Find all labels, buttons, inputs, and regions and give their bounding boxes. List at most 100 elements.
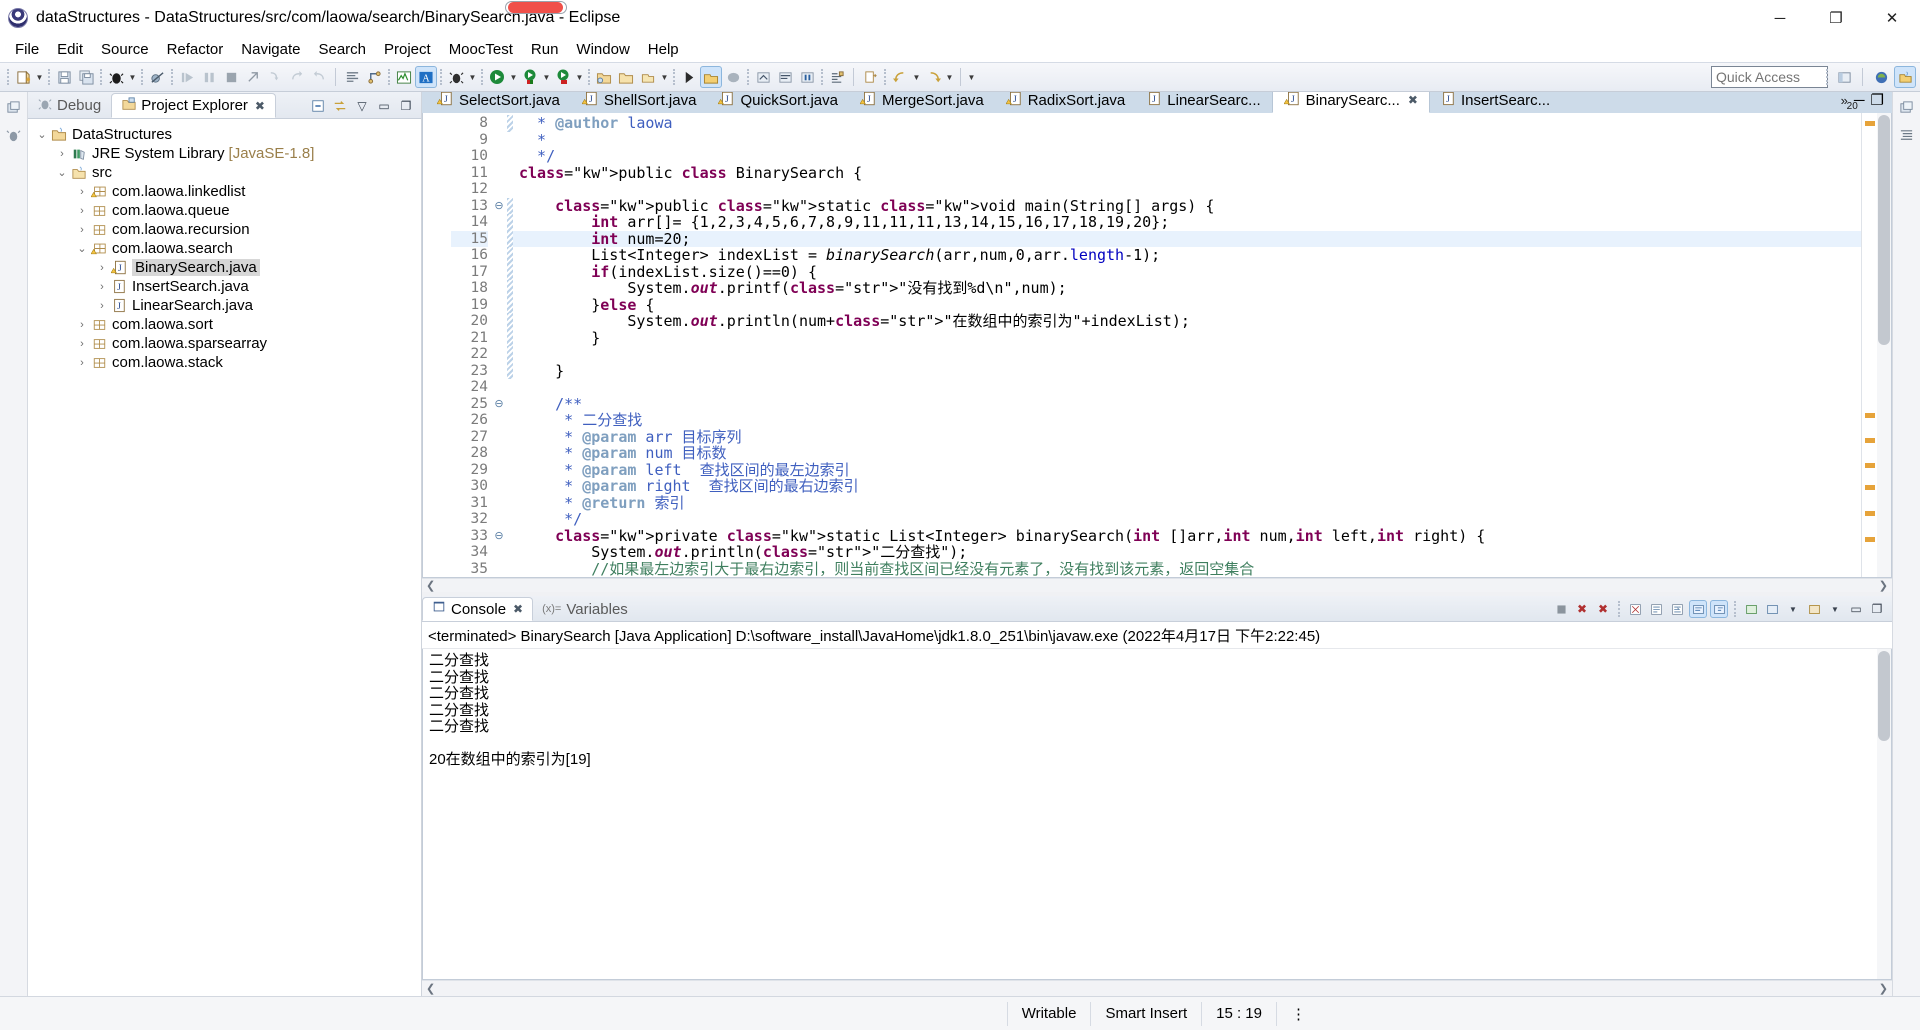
display-selected-console-icon[interactable] — [1742, 600, 1760, 618]
restore-view-icon[interactable] — [3, 96, 25, 118]
code-line[interactable] — [513, 379, 1861, 396]
previous-annotation-icon[interactable] — [774, 66, 796, 88]
open-perspective-icon[interactable] — [1833, 66, 1855, 88]
code-line[interactable]: int num=20; — [513, 230, 1861, 247]
remove-all-launches-icon[interactable]: ✖ — [1594, 600, 1612, 618]
editor-tabs[interactable]: J SelectSort.java J ShellSort.java J QuickSor… — [422, 92, 1892, 113]
new-package-icon[interactable] — [615, 66, 637, 88]
chevron-down-icon[interactable]: ⌄ — [74, 242, 90, 255]
console-horizontal-scrollbar[interactable]: ❮ ❯ — [422, 980, 1892, 996]
resume-icon[interactable] — [176, 66, 198, 88]
tree-item-com-laowa-sparsearray[interactable]: › com.laowa.sparsearray — [34, 334, 421, 353]
chevron-right-icon[interactable]: › — [74, 357, 90, 369]
tree-item-com-laowa-linkedlist[interactable]: › com.laowa.linkedlist — [34, 182, 421, 201]
close-icon[interactable]: ✖ — [255, 99, 265, 113]
scroll-left-icon[interactable]: ❮ — [426, 982, 435, 995]
code-line[interactable]: * @return 索引 — [513, 494, 1861, 512]
menu-mooctest[interactable]: MoocTest — [440, 39, 522, 60]
code-line[interactable]: List<Integer> indexList = binarySearch(a… — [513, 247, 1861, 264]
editor-tab-quicksort-java[interactable]: J QuickSort.java — [707, 92, 849, 113]
editor-vertical-scrollbar[interactable] — [1877, 113, 1891, 577]
chevron-right-icon[interactable]: › — [74, 338, 90, 350]
scroll-lock-icon[interactable] — [1647, 600, 1665, 618]
code-line[interactable] — [513, 346, 1861, 363]
forward-dropdown-icon[interactable]: ▼ — [944, 66, 955, 88]
console-output-area[interactable]: 二分查找 二分查找 二分查找 二分查找 二分查找 20在数组中的索引为[19] — [422, 649, 1892, 980]
status-more-icon[interactable]: ⋮ — [1276, 1001, 1320, 1026]
last-edit-location-icon[interactable] — [796, 66, 818, 88]
minimize-console-icon[interactable]: ▭ — [1847, 600, 1865, 618]
folding-ruler[interactable]: ⊖ ⊖ ⊖ — [491, 113, 507, 577]
debug-fastview-icon[interactable] — [3, 124, 25, 146]
editor-tab-mergesort-java[interactable]: J MergeSort.java — [849, 92, 995, 113]
chevron-right-icon[interactable]: › — [94, 262, 110, 274]
scroll-right-icon[interactable]: ❯ — [1879, 982, 1888, 995]
chevron-down-icon[interactable]: ▼ — [1784, 600, 1802, 618]
scroll-right-icon[interactable]: ❯ — [1879, 579, 1888, 592]
editor-annotation-gutter[interactable] — [423, 113, 451, 577]
collapse-all-icon[interactable] — [309, 97, 327, 115]
chevron-right-icon[interactable]: › — [54, 148, 70, 160]
overview-ruler[interactable] — [1861, 113, 1877, 577]
code-line[interactable]: class="kw">private class="kw">static Lis… — [513, 527, 1861, 545]
code-line[interactable]: * @param arr 目标序列 — [513, 428, 1861, 446]
open-console-icon[interactable] — [1763, 600, 1781, 618]
menu-edit[interactable]: Edit — [48, 39, 92, 60]
tree-item-insertsearch-java[interactable]: › J InsertSearch.java — [34, 277, 421, 296]
minimize-view-icon[interactable]: ▭ — [375, 97, 393, 115]
run-configurations-dropdown-icon[interactable]: ▼ — [541, 66, 552, 88]
debug-icon[interactable] — [105, 66, 127, 88]
save-icon[interactable] — [53, 66, 75, 88]
editor-tab-shellsort-java[interactable]: J ShellSort.java — [571, 92, 708, 113]
chevron-right-icon[interactable]: › — [74, 186, 90, 198]
next-annotation-icon[interactable] — [752, 66, 774, 88]
chevron-right-icon[interactable]: › — [94, 281, 110, 293]
remove-launch-icon[interactable]: ✖ — [1573, 600, 1591, 618]
editor-tab-linearsearc-[interactable]: J LinearSearc... — [1136, 92, 1271, 113]
editor-horizontal-scrollbar[interactable]: ❮ ❯ — [422, 578, 1892, 592]
menu-source[interactable]: Source — [92, 39, 158, 60]
new-java-project-icon[interactable] — [593, 66, 615, 88]
code-line[interactable]: System.out.printf(class="str">"没有找到%d\n"… — [513, 280, 1861, 297]
outline-view-icon[interactable] — [1896, 124, 1918, 146]
new-wizard-dropdown-icon[interactable]: ▼ — [34, 66, 45, 88]
scroll-left-icon[interactable]: ❮ — [426, 579, 435, 592]
code-line[interactable]: /** — [513, 395, 1861, 413]
chevron-down-icon[interactable]: ⌄ — [54, 166, 70, 179]
tree-item-com-laowa-search[interactable]: ⌄ com.laowa.search — [34, 239, 421, 258]
close-button[interactable]: ✕ — [1864, 0, 1920, 36]
tree-item-binarysearch-java[interactable]: › J BinarySearch.java — [34, 258, 421, 277]
view-tab-project-explorer[interactable]: Project Explorer ✖ — [111, 93, 276, 118]
java-perspective-button-icon[interactable] — [1894, 66, 1916, 88]
console-vertical-scrollbar[interactable] — [1877, 649, 1891, 979]
fold-collapse-icon[interactable]: ⊖ — [491, 198, 507, 215]
fold-collapse-icon[interactable]: ⊖ — [491, 396, 507, 413]
menu-file[interactable]: File — [6, 39, 48, 60]
mooc-icon[interactable] — [393, 66, 415, 88]
restore-view-right-icon[interactable] — [1896, 96, 1918, 118]
menu-navigate[interactable]: Navigate — [232, 39, 309, 60]
console-output-text[interactable]: 二分查找 二分查找 二分查找 二分查找 二分查找 20在数组中的索引为[19] — [423, 649, 1877, 979]
pin-editor-icon[interactable] — [859, 66, 881, 88]
save-all-icon[interactable] — [75, 66, 97, 88]
code-line[interactable]: System.out.println(num+class="str">"在数组中… — [513, 313, 1861, 330]
chevron-right-icon[interactable]: › — [74, 224, 90, 236]
editor-tab-radixsort-java[interactable]: J RadixSort.java — [995, 92, 1137, 113]
skip-breakpoints-icon[interactable] — [146, 66, 168, 88]
suspend-icon[interactable] — [198, 66, 220, 88]
view-menu-icon[interactable]: ▽ — [353, 97, 371, 115]
code-line[interactable]: * @param right 查找区间的最右边索引 — [513, 478, 1861, 495]
tree-item-com-laowa-sort[interactable]: › com.laowa.sort — [34, 315, 421, 334]
new-console-view-icon[interactable] — [1805, 600, 1823, 618]
debug-perspective-icon[interactable] — [445, 66, 467, 88]
new-wizard-icon[interactable] — [12, 66, 34, 88]
editor-tab-binarysearc-[interactable]: J BinarySearc... ✖ — [1271, 92, 1430, 113]
forward-icon[interactable] — [922, 66, 944, 88]
code-line[interactable]: System.out.println(class="str">"二分查找"); — [513, 544, 1861, 561]
clear-console-icon[interactable] — [1626, 600, 1644, 618]
quick-access-input[interactable] — [1711, 66, 1828, 88]
close-icon[interactable]: ✖ — [513, 602, 523, 616]
tree-item-src[interactable]: ⌄ src — [34, 163, 421, 182]
maximize-view-icon[interactable]: ❐ — [397, 97, 415, 115]
code-line[interactable]: * @param num 目标数 — [513, 445, 1861, 462]
